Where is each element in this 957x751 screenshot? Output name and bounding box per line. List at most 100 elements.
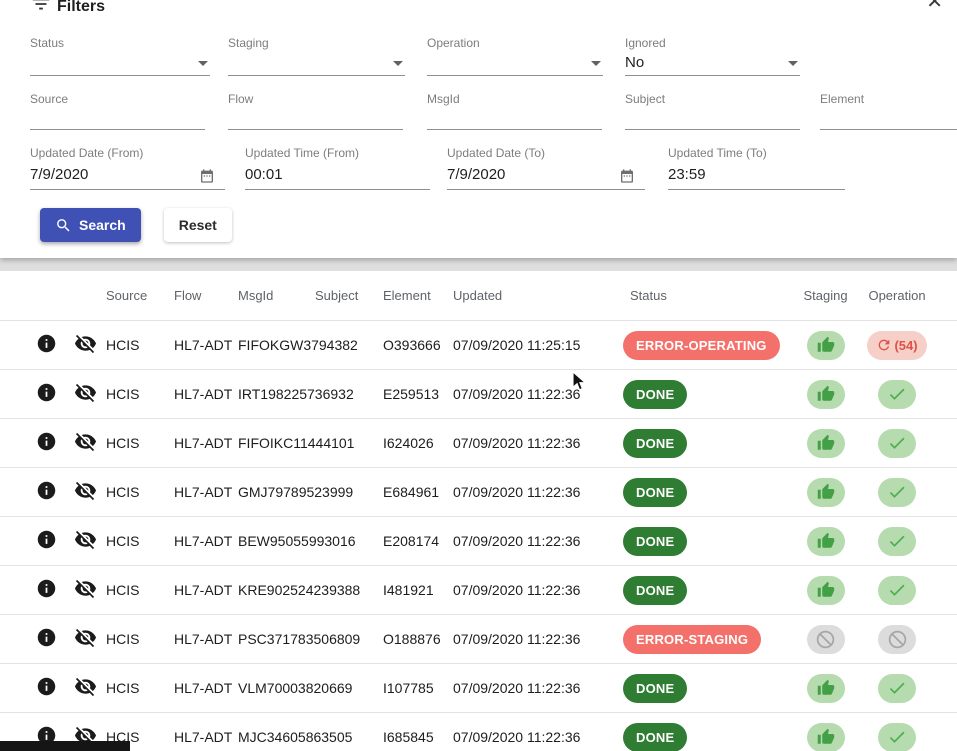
source-cell: HCIS (104, 435, 172, 451)
updated-cell: 07/09/2020 11:22:36 (451, 631, 621, 647)
flow-cell: HL7-ADT (172, 729, 236, 745)
subject-input[interactable]: Subject (625, 92, 800, 130)
check-icon[interactable] (878, 478, 916, 507)
status-badge: DONE (623, 576, 687, 605)
ignored-filter[interactable]: Ignored No (625, 36, 800, 76)
info-icon[interactable] (36, 382, 57, 403)
updated-time-to-input[interactable]: Updated Time (To) 23:59 (668, 146, 845, 190)
thumb-up-icon[interactable] (807, 576, 845, 605)
calendar-icon[interactable] (619, 168, 635, 184)
source-input[interactable]: Source (30, 92, 205, 130)
updated-cell: 07/09/2020 11:22:36 (451, 533, 621, 549)
calendar-icon[interactable] (199, 168, 215, 184)
retry-badge[interactable]: (54) (867, 331, 926, 360)
info-icon[interactable] (36, 480, 57, 501)
msgid-cell: MJC34605863505 (236, 729, 381, 745)
field-label: Staging (228, 36, 405, 50)
status-badge: ERROR-OPERATING (623, 331, 780, 360)
status-filter[interactable]: Status (30, 36, 210, 76)
visibility-off-icon[interactable] (74, 675, 97, 698)
updated-date-to-input[interactable]: Updated Date (To) 7/9/2020 (447, 146, 645, 190)
visibility-off-icon[interactable] (74, 479, 97, 502)
check-icon[interactable] (878, 429, 916, 458)
thumb-up-icon[interactable] (807, 723, 845, 751)
table-row: HCIS HL7-ADT VLM70003820669 I107785 07/0… (0, 663, 957, 712)
table-row: HCIS HL7-ADT FIFOKGW3794382 O393666 07/0… (0, 320, 957, 369)
close-icon[interactable]: ✕ (926, 0, 943, 12)
msgid-input[interactable]: MsgId (427, 92, 602, 130)
table-row: HCIS HL7-ADT MJC34605863505 I685845 07/0… (0, 712, 957, 751)
date-value: 7/9/2020 (30, 166, 88, 183)
blocked-icon[interactable] (878, 625, 916, 654)
dropdown-arrow-icon (788, 61, 798, 66)
updated-cell: 07/09/2020 11:25:15 (451, 337, 621, 353)
visibility-off-icon[interactable] (74, 626, 97, 649)
source-cell: HCIS (104, 582, 172, 598)
updated-cell: 07/09/2020 11:22:36 (451, 386, 621, 402)
col-operation: Operation (863, 288, 931, 303)
col-updated: Updated (451, 288, 621, 303)
element-input[interactable]: Element (820, 92, 957, 130)
thumb-up-icon[interactable] (807, 429, 845, 458)
flow-input[interactable]: Flow (228, 92, 403, 130)
col-subject: Subject (313, 288, 381, 303)
info-icon[interactable] (36, 627, 57, 648)
staging-cell (788, 527, 863, 556)
source-cell: HCIS (104, 680, 172, 696)
visibility-off-icon[interactable] (74, 528, 97, 551)
dropdown-arrow-icon (393, 61, 403, 66)
date-value: 7/9/2020 (447, 166, 505, 183)
operation-cell (863, 674, 931, 703)
operation-filter[interactable]: Operation (427, 36, 603, 76)
col-element: Element (381, 288, 451, 303)
thumb-up-icon[interactable] (807, 527, 845, 556)
visibility-off-icon[interactable] (74, 430, 97, 453)
check-icon[interactable] (878, 527, 916, 556)
check-icon[interactable] (878, 576, 916, 605)
staging-cell (788, 723, 863, 751)
filter-actions: Search Reset (40, 208, 232, 242)
thumb-up-icon[interactable] (807, 331, 845, 360)
element-cell: E208174 (381, 533, 451, 549)
thumb-up-icon[interactable] (807, 674, 845, 703)
updated-date-from-input[interactable]: Updated Date (From) 7/9/2020 (30, 146, 225, 190)
thumb-up-icon[interactable] (807, 380, 845, 409)
updated-time-from-input[interactable]: Updated Time (From) 00:01 (245, 146, 430, 190)
flow-cell: HL7-ADT (172, 680, 236, 696)
dropdown-arrow-icon (591, 61, 601, 66)
table-header: Source Flow MsgId Subject Element Update… (0, 271, 957, 320)
info-icon[interactable] (36, 676, 57, 697)
info-icon[interactable] (36, 578, 57, 599)
blocked-icon[interactable] (807, 625, 845, 654)
visibility-off-icon[interactable] (74, 381, 97, 404)
info-icon[interactable] (36, 529, 57, 550)
col-source: Source (104, 288, 172, 303)
element-cell: E259513 (381, 386, 451, 402)
element-cell: O393666 (381, 337, 451, 353)
staging-cell (788, 674, 863, 703)
search-button[interactable]: Search (40, 208, 141, 242)
reset-button[interactable]: Reset (164, 208, 232, 242)
status-bar (0, 741, 130, 751)
source-cell: HCIS (104, 533, 172, 549)
msgid-cell: KRE902524239388 (236, 582, 381, 598)
visibility-off-icon[interactable] (74, 577, 97, 600)
info-icon[interactable] (36, 333, 57, 354)
check-icon[interactable] (878, 380, 916, 409)
check-icon[interactable] (878, 723, 916, 751)
element-cell: O188876 (381, 631, 451, 647)
table-row: HCIS HL7-ADT IRT198225736932 E259513 07/… (0, 369, 957, 418)
status-badge: DONE (623, 527, 687, 556)
operation-cell (863, 723, 931, 751)
flow-cell: HL7-ADT (172, 582, 236, 598)
visibility-off-icon[interactable] (74, 332, 97, 355)
staging-cell (788, 625, 863, 654)
info-icon[interactable] (36, 431, 57, 452)
retry-count: (54) (894, 338, 917, 353)
filters-title: Filters (57, 0, 105, 16)
staging-filter[interactable]: Staging (228, 36, 405, 76)
thumb-up-icon[interactable] (807, 478, 845, 507)
status-badge: DONE (623, 429, 687, 458)
status-badge: DONE (623, 674, 687, 703)
check-icon[interactable] (878, 674, 916, 703)
